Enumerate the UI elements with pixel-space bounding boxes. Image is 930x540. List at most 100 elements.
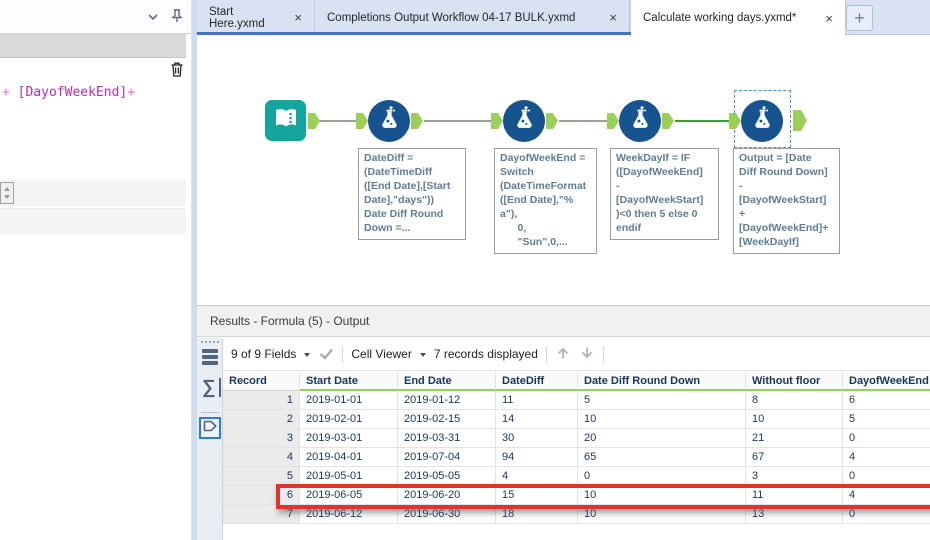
cell[interactable]: 8 <box>746 391 843 410</box>
metadata-view-icon[interactable]: ∑ <box>202 378 221 397</box>
close-icon[interactable]: × <box>609 11 617 24</box>
scroll-up-icon[interactable] <box>555 345 571 364</box>
cell[interactable]: 0 <box>843 467 930 486</box>
chevron-down-icon[interactable] <box>419 353 426 357</box>
cell-record[interactable]: 4 <box>223 448 300 467</box>
connection-formula3-to-formula4-selected[interactable] <box>675 120 730 122</box>
output-anchor-selected[interactable] <box>793 110 807 131</box>
cell[interactable]: 4 <box>843 448 930 467</box>
formula-tool-weekdayif[interactable] <box>619 100 661 142</box>
cell[interactable]: 5 <box>843 410 930 429</box>
output-anchor[interactable] <box>546 113 558 129</box>
output-anchor[interactable] <box>308 113 320 129</box>
cell[interactable]: 2019-03-31 <box>398 429 496 448</box>
cell[interactable]: 5 <box>578 391 746 410</box>
apply-check-icon[interactable] <box>318 346 334 363</box>
annotation-output[interactable]: Output = [Date Diff Round Down] - [Dayof… <box>733 148 840 254</box>
cell-viewer-dropdown[interactable]: Cell Viewer <box>351 347 411 361</box>
cell[interactable]: 2019-02-15 <box>398 410 496 429</box>
cell[interactable]: 14 <box>496 410 578 429</box>
annotation-datediff[interactable]: DateDiff = (DateTimeDiff ([End Date],[St… <box>358 148 466 240</box>
cell[interactable]: 67 <box>746 448 843 467</box>
column-header-without-floor[interactable]: Without floor <box>746 372 843 391</box>
cell[interactable]: 10 <box>578 410 746 429</box>
cell-record-highlighted[interactable]: 6 <box>223 486 300 505</box>
cell[interactable]: 2019-02-01 <box>300 410 398 429</box>
cell[interactable]: 2019-06-20 <box>398 486 496 505</box>
close-icon[interactable]: × <box>294 11 302 24</box>
cell[interactable]: 6 <box>843 391 930 410</box>
cell[interactable]: 30 <box>496 429 578 448</box>
cell[interactable]: 2019-04-01 <box>300 448 398 467</box>
cell[interactable]: 2019-05-01 <box>300 467 398 486</box>
formula-expression-fragment[interactable]: + [DayofWeekEnd]+ <box>2 85 135 100</box>
input-anchor[interactable] <box>356 113 368 129</box>
quantity-stepper[interactable] <box>0 182 14 204</box>
cell[interactable]: 2019-07-04 <box>398 448 496 467</box>
cell[interactable]: 21 <box>746 429 843 448</box>
cell[interactable]: 2019-06-12 <box>300 505 398 524</box>
cell[interactable]: 20 <box>578 429 746 448</box>
fields-dropdown[interactable]: 9 of 9 Fields <box>231 347 296 361</box>
chevron-down-icon[interactable] <box>146 10 160 29</box>
formula-tool-dayofweekend[interactable] <box>503 100 545 142</box>
cell[interactable]: 13 <box>746 505 843 524</box>
output-anchor[interactable] <box>662 113 674 129</box>
cell[interactable]: 18 <box>496 505 578 524</box>
cell[interactable]: 11 <box>496 391 578 410</box>
column-header-start-date[interactable]: Start Date <box>300 372 398 391</box>
pin-icon[interactable] <box>169 8 185 29</box>
cell[interactable]: 2019-05-05 <box>398 467 496 486</box>
close-icon[interactable]: × <box>825 12 833 25</box>
output-anchor[interactable] <box>411 113 423 129</box>
connection-formula2-to-formula3[interactable] <box>559 120 608 122</box>
chevron-down-icon[interactable] <box>304 353 311 357</box>
cell[interactable]: 10 <box>746 410 843 429</box>
formula-tool-output-selected[interactable] <box>741 100 783 142</box>
trash-icon[interactable] <box>170 61 184 83</box>
cell[interactable]: 0 <box>843 429 930 448</box>
cell[interactable]: 2019-01-01 <box>300 391 398 410</box>
cell[interactable]: 2019-01-12 <box>398 391 496 410</box>
output-anchor-view-selected[interactable] <box>199 417 221 439</box>
tab-start-here[interactable]: Start Here.yxmd × <box>197 0 315 35</box>
cell[interactable]: 10 <box>578 505 746 524</box>
cell[interactable]: 2019-03-01 <box>300 429 398 448</box>
cell-record[interactable]: 1 <box>223 391 300 410</box>
column-header-date-diff-round-down[interactable]: Date Diff Round Down <box>578 372 746 391</box>
cell[interactable]: 10 <box>578 486 746 505</box>
formula-tool-datediff[interactable] <box>368 100 410 142</box>
cell-record[interactable]: 2 <box>223 410 300 429</box>
cell[interactable]: 0 <box>578 467 746 486</box>
annotation-dayofweekend[interactable]: DayofWeekEnd = Switch (DateTimeFormat ([… <box>494 148 597 254</box>
column-header-end-date[interactable]: End Date <box>398 372 496 391</box>
cell[interactable]: 3 <box>746 467 843 486</box>
connection-formula1-to-formula2[interactable] <box>424 120 492 122</box>
connection-input-to-formula1[interactable] <box>319 120 357 122</box>
cell-record[interactable]: 5 <box>223 467 300 486</box>
cell[interactable]: 65 <box>578 448 746 467</box>
tab-completions-output-workflow[interactable]: Completions Output Workflow 04-17 BULK.y… <box>315 0 630 35</box>
new-tab-button[interactable]: + <box>846 5 873 31</box>
cell[interactable]: 2019-06-30 <box>398 505 496 524</box>
input-anchor[interactable] <box>491 113 503 129</box>
cell[interactable]: 15 <box>496 486 578 505</box>
cell[interactable]: 94 <box>496 448 578 467</box>
table-view-icon[interactable] <box>202 349 218 365</box>
column-header-record[interactable]: Record <box>223 372 300 391</box>
annotation-weekdayif[interactable]: WeekDayIf = IF ([DayofWeekEnd] - [DayofW… <box>610 148 719 240</box>
sidebar-drag-handle[interactable] <box>201 341 219 343</box>
column-header-dayofweekend[interactable]: DayofWeekEnd <box>843 372 930 391</box>
input-anchor[interactable] <box>607 113 619 129</box>
cell[interactable]: 4 <box>843 486 930 505</box>
tab-calculate-working-days-active[interactable]: Calculate working days.yxmd* × <box>630 0 846 36</box>
stepper-up-icon[interactable] <box>4 187 10 191</box>
cell-record[interactable]: 3 <box>223 429 300 448</box>
scroll-down-icon[interactable] <box>579 345 595 364</box>
stepper-down-icon[interactable] <box>4 195 10 199</box>
column-header-datediff[interactable]: DateDiff <box>496 372 578 391</box>
cell[interactable]: 11 <box>746 486 843 505</box>
input-data-tool[interactable] <box>265 100 306 141</box>
cell[interactable]: 2019-06-05 <box>300 486 398 505</box>
cell[interactable]: 4 <box>496 467 578 486</box>
